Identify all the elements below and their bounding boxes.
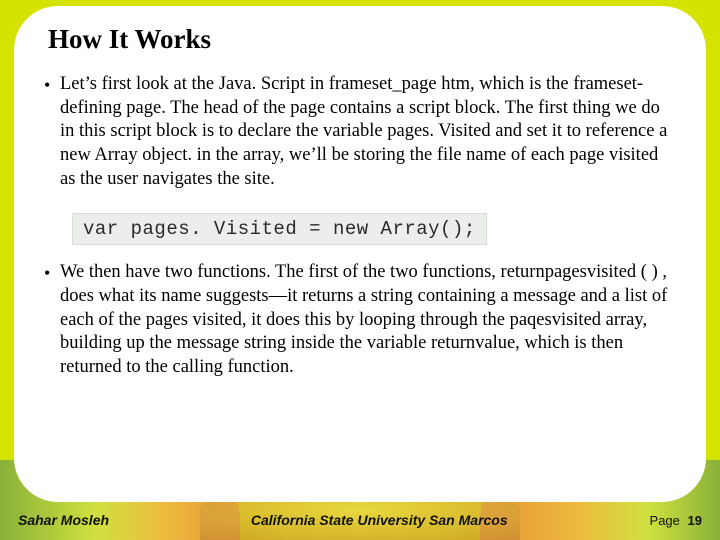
- footer-page-label: Page: [650, 513, 680, 528]
- bullet-text: We then have two functions. The first of…: [60, 261, 676, 379]
- footer-author: Sahar Mosleh: [18, 512, 109, 528]
- footer-page: Page 19: [650, 513, 702, 528]
- footer-university: California State University San Marcos: [109, 512, 650, 528]
- slide-footer: Sahar Mosleh California State University…: [0, 506, 720, 534]
- slide-title: How It Works: [48, 24, 676, 55]
- footer-page-number: 19: [688, 513, 702, 528]
- bullet-dot-icon: •: [44, 73, 60, 191]
- bullet-item: • We then have two functions. The first …: [44, 261, 676, 379]
- bullet-text: Let’s first look at the Java. Script in …: [60, 73, 676, 191]
- slide-card: How It Works • Let’s first look at the J…: [14, 6, 706, 502]
- code-snippet: var pages. Visited = new Array();: [72, 213, 487, 245]
- bullet-dot-icon: •: [44, 261, 60, 379]
- bullet-item: • Let’s first look at the Java. Script i…: [44, 73, 676, 191]
